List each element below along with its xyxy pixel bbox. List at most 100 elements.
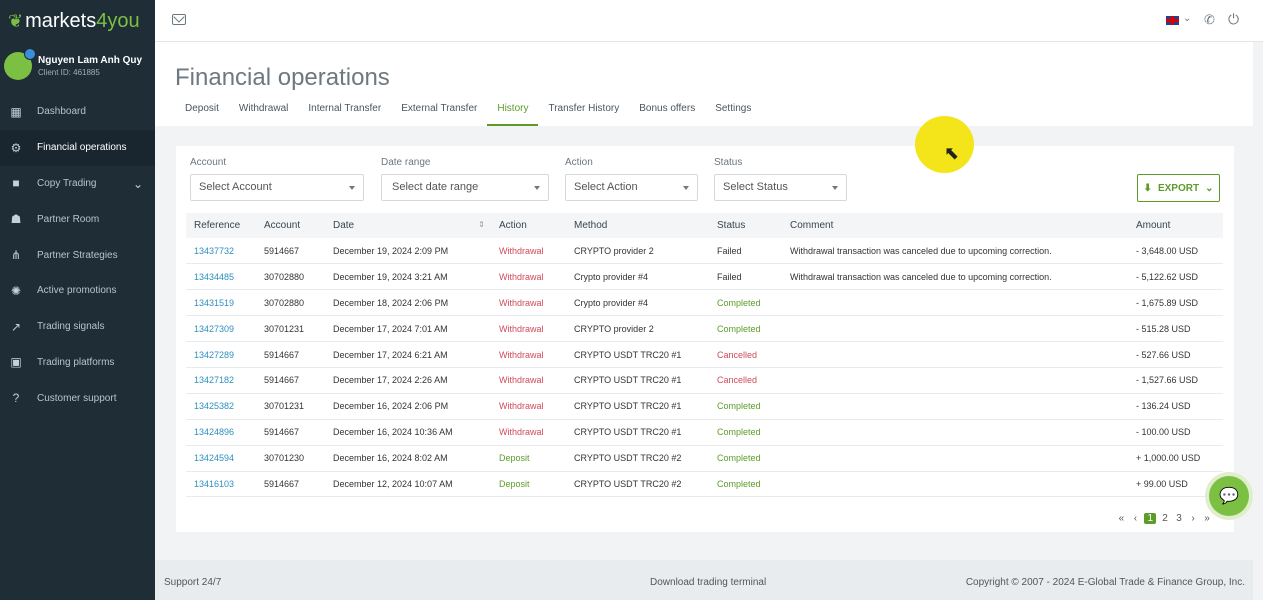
col-date-label: Date [333, 220, 355, 231]
pagination: « ‹ 1 2 3 › » [1116, 513, 1212, 524]
action-cell: Withdrawal [491, 238, 566, 265]
brand-logo[interactable]: ❦ markets 4you [0, 0, 155, 42]
sidebar-item-financial-operations[interactable]: ⚙ Financial operations [0, 129, 155, 166]
reference-link[interactable]: 13424896 [186, 419, 256, 446]
support-link[interactable]: Support 24/7 [164, 577, 221, 588]
tab-withdrawal[interactable]: Withdrawal [229, 101, 298, 126]
sidebar-item-label: Partner Room [37, 213, 100, 225]
export-button[interactable]: ⬇ EXPORT ⌄ [1137, 174, 1220, 202]
sort-icon[interactable]: ⇕ [478, 220, 485, 229]
account-cell: 30701230 [256, 445, 325, 472]
col-reference[interactable]: Reference [186, 213, 256, 238]
power-icon[interactable]: ⏻ [1228, 11, 1239, 28]
mouse-cursor-icon: ⬉ [944, 143, 960, 163]
reference-link[interactable]: 13427309 [186, 315, 256, 343]
page-1[interactable]: 1 [1144, 513, 1156, 524]
page-2[interactable]: 2 [1160, 513, 1170, 524]
date-cell: December 17, 2024 6:21 AM [325, 341, 491, 368]
account-cell: 30701231 [256, 393, 325, 420]
action-select[interactable]: Select Action [565, 174, 698, 201]
sidebar-item-active-promotions[interactable]: ✺ Active promotions [0, 273, 155, 309]
action-cell: Withdrawal [491, 289, 566, 317]
amount-cell: - 1,675.89 USD [1128, 289, 1223, 317]
tab-deposit[interactable]: Deposit [175, 101, 229, 126]
action-cell: Withdrawal [491, 341, 566, 368]
chevron-down-icon[interactable]: ⌄ [133, 177, 143, 191]
next-page-icon[interactable]: › [1188, 513, 1198, 524]
reference-link[interactable]: 13437732 [186, 238, 256, 265]
action-filter-label: Action [565, 157, 593, 168]
status-cell: Completed [709, 315, 782, 343]
reference-link[interactable]: 13434485 [186, 263, 256, 291]
method-cell: CRYPTO USDT TRC20 #1 [566, 341, 709, 368]
amount-cell: + 1,000.00 USD [1128, 445, 1223, 472]
chart-icon: ↗ [10, 319, 22, 334]
reference-link[interactable]: 13427289 [186, 341, 256, 368]
reference-link[interactable]: 13425382 [186, 393, 256, 420]
col-status[interactable]: Status [709, 213, 782, 238]
date-cell: December 16, 2024 2:06 PM [325, 393, 491, 420]
account-filter-label: Account [190, 157, 227, 168]
tab-internal-transfer[interactable]: Internal Transfer [298, 101, 391, 126]
sidebar-item-dashboard[interactable]: ▦ Dashboard [0, 94, 155, 130]
comment-cell [782, 419, 1128, 446]
date-cell: December 19, 2024 2:09 PM [325, 238, 491, 265]
tab-bonus-offers[interactable]: Bonus offers [629, 101, 705, 126]
comment-cell [782, 315, 1128, 343]
comment-cell [782, 393, 1128, 420]
verified-icon [24, 48, 36, 60]
reference-link[interactable]: 13431519 [186, 289, 256, 317]
status-select[interactable]: Select Status [714, 174, 847, 201]
account-cell: 5914667 [256, 419, 325, 446]
phone-icon[interactable]: ✆ [1204, 12, 1215, 28]
reference-link[interactable]: 13427182 [186, 367, 256, 394]
sidebar-item-partner-room[interactable]: ☗ Partner Room [0, 201, 155, 237]
sidebar-item-label: Trading platforms [37, 356, 115, 368]
page-3[interactable]: 3 [1174, 513, 1184, 524]
sidebar-item-customer-support[interactable]: ? Customer support [0, 380, 155, 416]
status-cell: Completed [709, 445, 782, 472]
first-page-icon[interactable]: « [1116, 513, 1126, 524]
tab-history[interactable]: History [487, 101, 539, 126]
action-cell: Withdrawal [491, 263, 566, 291]
sidebar-item-copy-trading[interactable]: ■ Copy Trading ⌄ [0, 166, 155, 202]
tab-external-transfer[interactable]: External Transfer [391, 101, 487, 126]
action-select-placeholder: Select Action [574, 181, 638, 193]
uk-flag-icon[interactable] [1166, 16, 1179, 25]
last-page-icon[interactable]: » [1202, 513, 1212, 524]
tab-settings[interactable]: Settings [705, 101, 761, 126]
col-account[interactable]: Account [256, 213, 325, 238]
reference-link[interactable]: 13424594 [186, 445, 256, 472]
briefcase-icon: ■ [12, 176, 20, 191]
sidebar-item-partner-strategies[interactable]: ⋔ Partner Strategies [0, 237, 155, 273]
sidebar: ❦ markets 4you Nguyen Lam Anh Quy Client … [0, 0, 155, 600]
col-date[interactable]: Date ⇕ [325, 213, 491, 238]
method-cell: CRYPTO USDT TRC20 #1 [566, 393, 709, 420]
user-profile[interactable]: Nguyen Lam Anh Quy Client ID: 461885 [0, 42, 155, 90]
action-cell: Deposit [491, 471, 566, 498]
prev-page-icon[interactable]: ‹ [1130, 513, 1140, 524]
sidebar-item-trading-signals[interactable]: ↗ Trading signals [0, 309, 155, 345]
chat-button[interactable]: 💬 [1209, 476, 1249, 516]
tab-transfer-history[interactable]: Transfer History [538, 101, 629, 126]
account-select[interactable]: Select Account [190, 174, 364, 201]
status-cell: Cancelled [709, 367, 782, 394]
download-terminal-link[interactable]: Download trading terminal [650, 577, 766, 588]
date-filter-label: Date range [381, 157, 431, 168]
col-action[interactable]: Action [491, 213, 566, 238]
col-comment[interactable]: Comment [782, 213, 1128, 238]
col-amount[interactable]: Amount [1128, 213, 1223, 238]
method-cell: CRYPTO USDT TRC20 #1 [566, 419, 709, 446]
mail-icon[interactable] [172, 14, 186, 25]
main-header: Financial operations Deposit Withdrawal … [155, 42, 1253, 126]
sidebar-item-label: Partner Strategies [37, 249, 118, 261]
account-cell: 30701231 [256, 315, 325, 343]
col-method[interactable]: Method [566, 213, 709, 238]
status-cell: Completed [709, 289, 782, 317]
sidebar-item-trading-platforms[interactable]: ▣ Trading platforms [0, 345, 155, 381]
date-range-select[interactable]: Select date range [381, 174, 549, 201]
date-cell: December 19, 2024 3:21 AM [325, 263, 491, 291]
reference-link[interactable]: 13416103 [186, 471, 256, 498]
chevron-down-icon[interactable]: ⌄ [1183, 13, 1191, 24]
status-select-placeholder: Select Status [723, 181, 788, 193]
